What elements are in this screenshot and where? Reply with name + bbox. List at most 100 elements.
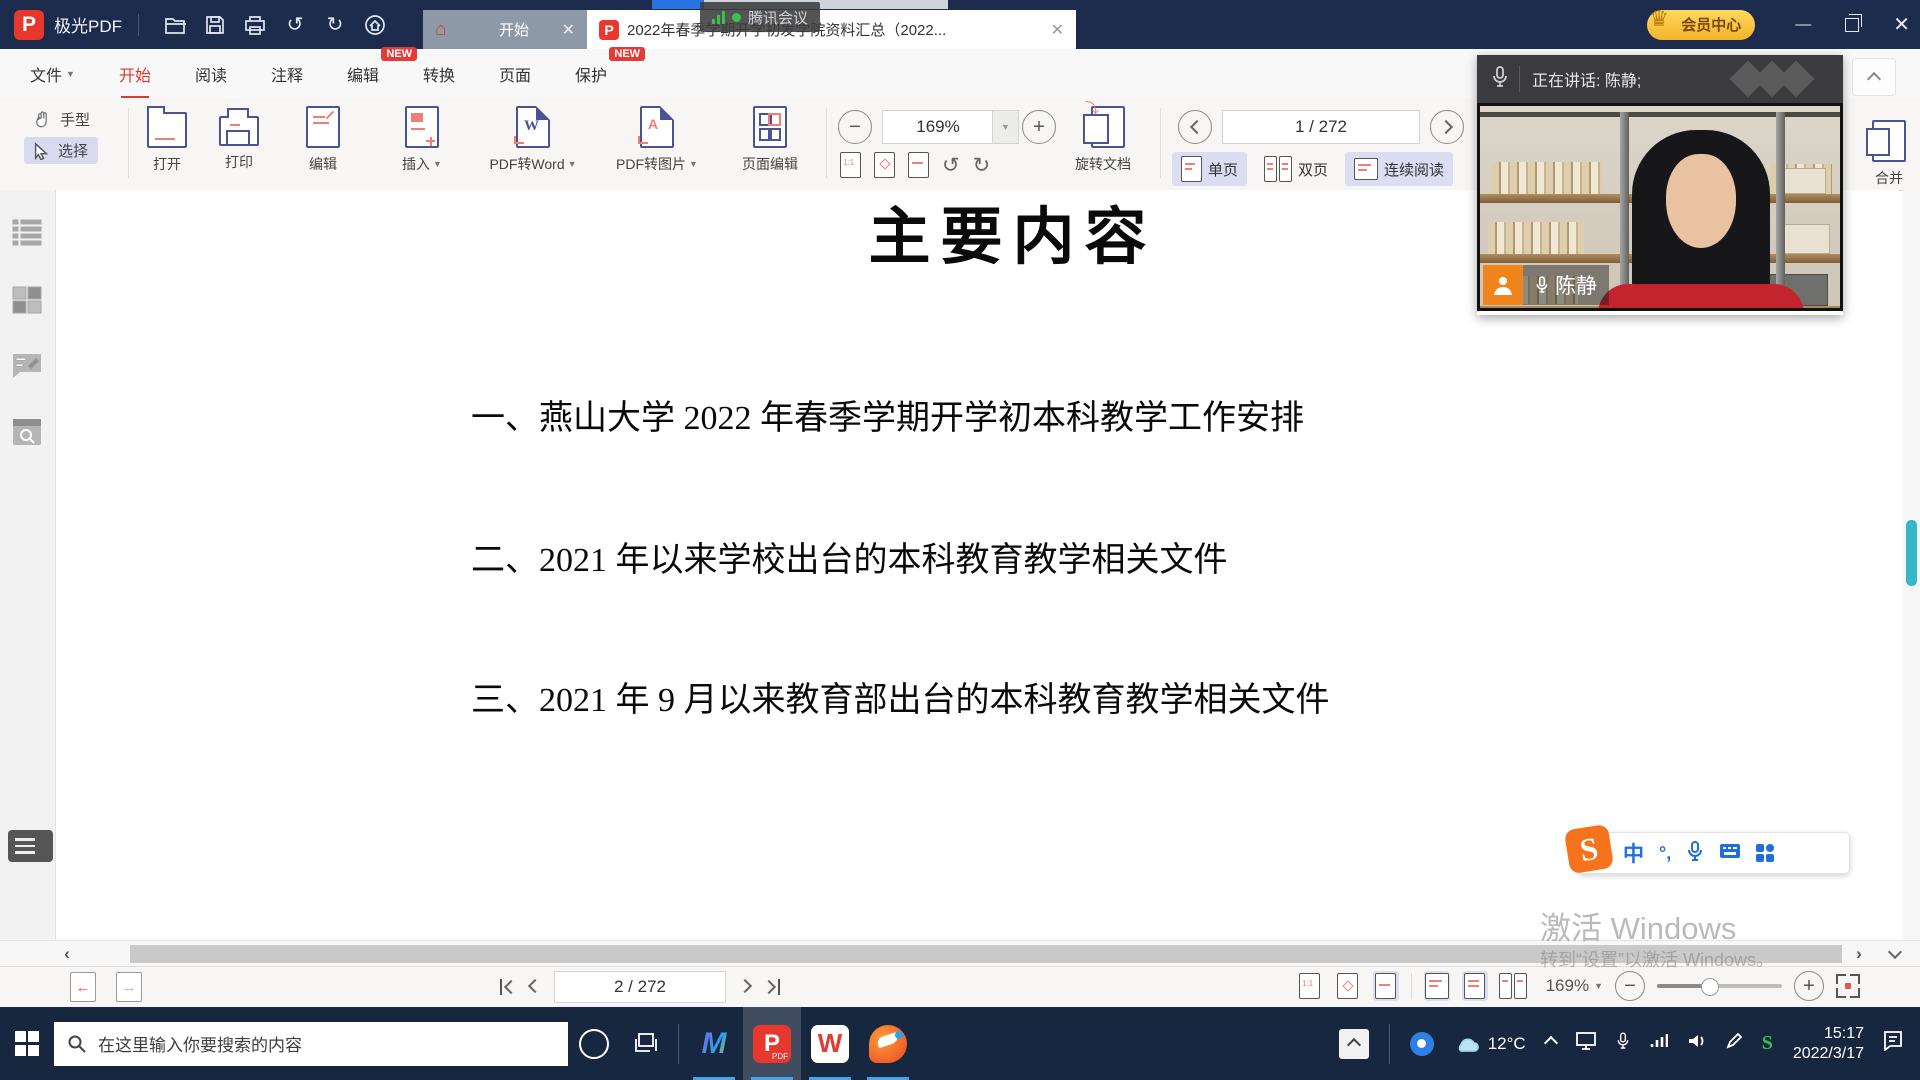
taskbar-clock[interactable]: 15:17 2022/3/17 [1793,1024,1864,1064]
tab-document[interactable]: P 2022年春季学期开学初发学院资料汇总（2022... ✕ [587,10,1076,49]
single-page-mode-button[interactable] [1462,971,1488,1001]
menu-convert[interactable]: 转换 [423,62,455,86]
fit-page-button[interactable] [1335,971,1361,1001]
menu-read[interactable]: 阅读 [195,62,227,86]
open-file-icon[interactable] [155,10,195,40]
bottom-page-number-box[interactable]: 2 / 272 [554,971,726,1003]
redo-icon[interactable]: ↻ [315,10,355,40]
menu-page[interactable]: 页面 [499,62,531,86]
menu-protect[interactable]: 保护 NEW [575,62,607,86]
next-page-button[interactable] [740,978,750,996]
previous-page-button[interactable] [1178,110,1212,144]
collapse-bar-icon[interactable] [1884,944,1906,964]
notification-center-icon[interactable] [1884,1031,1906,1056]
menu-edit[interactable]: 编辑 NEW [347,62,379,86]
reading-settings-icon[interactable] [8,830,53,862]
ime-mic-icon[interactable] [1686,841,1704,866]
close-button[interactable]: ✕ [1893,12,1910,37]
zoom-slider[interactable] [1657,984,1782,988]
scroll-right-icon[interactable]: › [1848,944,1870,964]
rotate-left-icon[interactable]: ↺ [942,155,960,176]
ime-keyboard-icon[interactable] [1719,843,1741,864]
vip-member-button[interactable]: ♛ 会员中心 [1647,10,1755,40]
undo-icon[interactable]: ↺ [275,10,315,40]
rotate-document-button[interactable]: ⤵ 旋转文档 [1068,106,1138,174]
tab-home[interactable]: ⌂ 开始 ✕ [423,10,587,49]
start-button[interactable] [0,1007,54,1080]
next-page-button[interactable] [1430,110,1464,144]
scroll-up-icon[interactable] [1339,1029,1369,1059]
save-icon[interactable] [195,10,235,40]
double-page-mode-button[interactable] [1500,971,1526,1001]
display-tray-icon[interactable] [1576,1032,1596,1055]
double-page-button[interactable]: 双页 [1255,152,1337,186]
pdf-to-image-button[interactable]: A PDF转图片▼ [604,106,710,174]
print-icon[interactable] [235,10,275,40]
continuous-read-button[interactable]: 连续阅读 [1345,152,1453,186]
search-panel-icon[interactable] [12,418,44,448]
ime-toolbar[interactable]: S 中 °, [1578,832,1850,874]
ime-punctuation-icon[interactable]: °, [1659,843,1671,864]
zoom-slider-knob[interactable] [1701,978,1719,996]
page-edit-button[interactable]: 页面编辑 [732,106,808,174]
last-page-button[interactable] [764,979,780,995]
vertical-scrollbar[interactable] [1903,190,1920,940]
hand-tool-button[interactable]: 手型 [24,106,98,133]
taskbar-app-pdf[interactable]: PPDF [743,1007,801,1080]
merge-button[interactable]: 合并 [1862,120,1916,188]
previous-page-button[interactable] [530,978,540,996]
cortana-button[interactable] [568,1007,620,1080]
outline-panel-icon[interactable] [12,218,44,248]
pen-tray-icon[interactable] [1726,1033,1742,1054]
menu-file[interactable]: 文件 ▼ [30,62,75,86]
weather-widget[interactable]: 12°C [1454,1034,1526,1054]
taskbar-app-meeting[interactable]: M [685,1007,743,1080]
zoom-out-button[interactable]: − [838,110,872,144]
close-tab-icon[interactable]: ✕ [1051,20,1064,40]
horizontal-scrollbar[interactable]: ‹ › [0,940,1920,967]
select-tool-button[interactable]: 选择 [24,137,98,164]
zoom-out-button[interactable]: − [1615,971,1645,1001]
minimize-button[interactable]: — [1795,16,1811,34]
mic-tray-icon[interactable] [1616,1032,1630,1055]
thumbnails-panel-icon[interactable] [12,286,44,316]
edit-button[interactable]: 编辑 [296,106,350,174]
collapse-panel-button[interactable] [1852,58,1896,96]
open-button[interactable]: 打开 [140,106,194,174]
sogou-logo-icon[interactable]: S [1564,824,1614,874]
taskbar-app-wps[interactable]: W [801,1007,859,1080]
sogou-tray-icon[interactable]: S [1762,1032,1773,1055]
first-page-button[interactable] [500,979,516,995]
vertical-scrollbar-thumb[interactable] [1906,520,1917,586]
previous-view-button[interactable]: ← [70,972,96,1002]
annotations-panel-icon[interactable] [12,352,44,382]
zoom-dropdown-icon[interactable]: ▼ [992,110,1019,144]
fit-page-icon[interactable] [874,152,895,178]
zoom-in-button[interactable]: + [1022,110,1056,144]
menu-start[interactable]: 开始 [119,62,151,86]
meeting-video[interactable]: 陈静 [1477,103,1843,311]
task-view-button[interactable] [620,1007,672,1080]
menu-annotate[interactable]: 注释 [271,62,303,86]
meeting-overlay[interactable]: 正在讲话: 陈静; [1477,55,1843,315]
fit-width-icon[interactable] [908,152,929,178]
single-page-button[interactable]: 单页 [1172,152,1247,186]
ime-toolbox-icon[interactable] [1756,844,1774,862]
bottom-zoom-select[interactable]: 169% ▼ [1546,976,1603,996]
page-number-box[interactable]: 1 / 272 [1222,110,1420,144]
taskbar-app-browser[interactable] [859,1007,917,1080]
fit-width-button[interactable] [1373,971,1399,1001]
actual-size-button[interactable]: 1:1 [1297,971,1323,1001]
print-button[interactable]: 打印 [212,106,266,172]
zoom-in-button[interactable]: + [1794,971,1824,1001]
close-tab-icon[interactable]: ✕ [562,20,575,40]
actual-size-icon[interactable]: 1:1 [840,152,861,178]
rotate-right-icon[interactable]: ↻ [973,155,991,176]
taskbar-search-input[interactable]: 在这里输入你要搜索的内容 [54,1022,568,1066]
tray-app-icon[interactable] [1410,1032,1434,1056]
continuous-mode-button[interactable] [1424,971,1450,1001]
insert-button[interactable]: 插入▼ [392,106,452,174]
meeting-floating-pill[interactable]: 腾讯会议 [700,2,820,32]
hidden-icons-chevron[interactable] [1546,1034,1556,1053]
next-view-button[interactable]: → [116,972,142,1002]
